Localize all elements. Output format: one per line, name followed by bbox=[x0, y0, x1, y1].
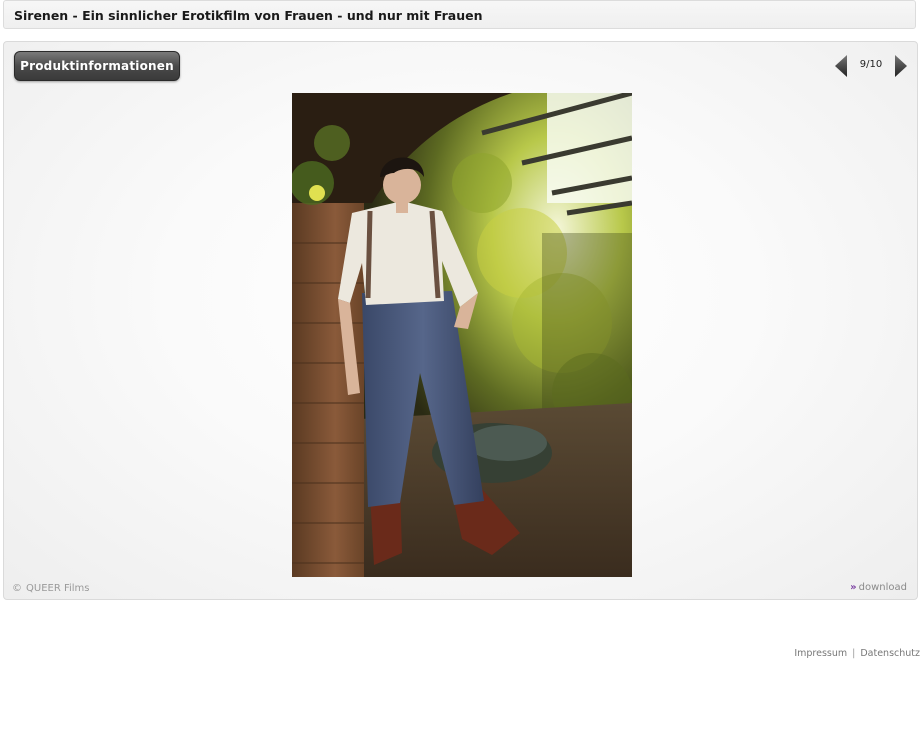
footer-links: Impressum | Datenschutz bbox=[794, 648, 920, 659]
photo-credit: © QUEER Films bbox=[12, 583, 90, 594]
photo-illustration bbox=[292, 93, 632, 577]
arrow-right-icon[interactable] bbox=[893, 54, 909, 78]
page-title: Sirenen - Ein sinnlicher Erotikfilm von … bbox=[14, 8, 483, 23]
credit-text: QUEER Films bbox=[26, 583, 90, 594]
title-bar: Sirenen - Ein sinnlicher Erotikfilm von … bbox=[3, 0, 916, 29]
gallery-navigation: 9/10 bbox=[833, 54, 909, 78]
arrow-left-icon[interactable] bbox=[833, 54, 849, 78]
image-counter: 9/10 bbox=[859, 59, 883, 70]
footer-separator: | bbox=[852, 648, 856, 659]
impressum-link[interactable]: Impressum bbox=[794, 648, 847, 659]
gallery-panel: Produktinformationen 9/10 © QUEER Films … bbox=[3, 41, 918, 600]
copyright-symbol: © bbox=[12, 583, 22, 594]
download-link[interactable]: » download bbox=[850, 582, 907, 593]
product-info-button[interactable]: Produktinformationen bbox=[14, 51, 180, 81]
double-chevron-down-icon: » bbox=[850, 582, 857, 593]
datenschutz-link[interactable]: Datenschutz bbox=[860, 648, 920, 659]
gallery-photo[interactable] bbox=[292, 93, 632, 577]
download-label: download bbox=[858, 582, 907, 593]
